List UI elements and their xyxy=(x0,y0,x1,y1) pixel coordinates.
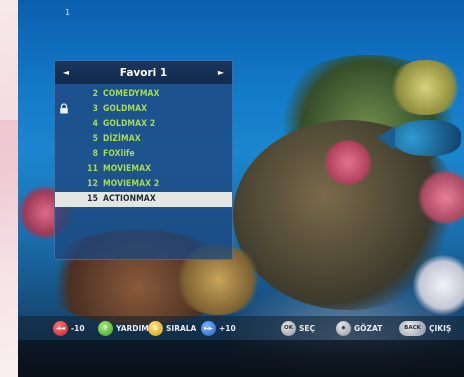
channel-name: FOXlife xyxy=(103,148,135,159)
channel-name: GOLDMAX xyxy=(103,103,148,114)
yellow-key-label: SIRALA xyxy=(166,323,197,333)
reef-decoration xyxy=(323,140,373,185)
channel-name: MOVIEMAX 2 xyxy=(103,179,160,190)
channel-number: 12 xyxy=(87,179,98,190)
green-key-label: YARDIM xyxy=(116,323,149,333)
channel-row[interactable]: 15 ACTIONMAX xyxy=(55,191,232,207)
bottom-help-bar xyxy=(18,316,464,340)
channel-name: ACTIONMAX xyxy=(103,194,156,205)
channel-name: MOVIEMAX xyxy=(103,164,152,175)
channel-number-indicator: 1 xyxy=(65,8,71,17)
blue-key-label: +10 xyxy=(219,323,236,333)
favorites-list-panel: ◄ Favori 1 ► 2 COMEDYMAX 3 GOLDMAX 4 GOLDMAX … xyxy=(54,60,233,260)
previous-list-arrow-icon[interactable]: ◄ xyxy=(55,61,77,84)
ok-key-hint[interactable]: OK SEÇ xyxy=(281,320,315,336)
bottom-dark-strip xyxy=(18,340,464,377)
sort-button-icon[interactable]: ⇅ xyxy=(148,320,163,336)
reef-decoration xyxy=(418,170,464,225)
reef-decoration xyxy=(388,60,463,115)
help-button-icon[interactable]: ? xyxy=(98,320,113,336)
blue-key-hint[interactable]: ►► +10 xyxy=(201,320,236,336)
favorites-header: ◄ Favori 1 ► xyxy=(55,61,232,84)
back-key-label: ÇIKIŞ xyxy=(429,323,452,333)
channel-row[interactable]: 12 MOVIEMAX 2 xyxy=(55,177,232,192)
channel-row[interactable]: 5 DİZİMAX xyxy=(55,131,232,146)
next-list-arrow-icon[interactable]: ► xyxy=(210,61,232,84)
blue-button-icon[interactable]: ►► xyxy=(201,320,216,336)
favorites-title: Favori 1 xyxy=(119,66,168,79)
navigate-key-label: GÖZAT xyxy=(354,323,383,333)
back-key-hint[interactable]: BACK ÇIKIŞ xyxy=(399,320,451,336)
ok-key-label: SEÇ xyxy=(299,323,316,333)
channel-row[interactable]: 3 GOLDMAX xyxy=(55,101,232,116)
yellow-key-hint[interactable]: ⇅ SIRALA xyxy=(148,320,196,336)
channel-name: COMEDYMAX xyxy=(103,88,160,99)
lock-icon xyxy=(60,103,68,114)
reef-decoration xyxy=(413,255,464,315)
channel-number: 15 xyxy=(87,194,98,205)
channel-number: 5 xyxy=(92,133,98,144)
channel-row[interactable]: 8 FOXlife xyxy=(55,146,232,161)
channel-row[interactable]: 11 MOVIEMAX xyxy=(55,161,232,176)
channel-number: 2 xyxy=(92,88,98,99)
channel-number: 11 xyxy=(87,164,98,175)
red-button-icon[interactable]: ◄◄ xyxy=(53,320,68,336)
page-background-stripe xyxy=(0,0,18,377)
channel-list: 2 COMEDYMAX 3 GOLDMAX 4 GOLDMAX 2 5 DİZİMAX 8 FOX… xyxy=(55,86,232,207)
back-button-icon[interactable]: BACK xyxy=(399,320,426,336)
navigation-pad-icon[interactable]: ◉ xyxy=(336,320,351,336)
navigate-key-hint[interactable]: ◉ GÖZAT xyxy=(336,320,382,336)
channel-number: 4 xyxy=(92,118,98,129)
red-key-hint[interactable]: ◄◄ -10 xyxy=(53,320,85,336)
channel-row[interactable]: 2 COMEDYMAX xyxy=(55,86,232,101)
ok-button-icon[interactable]: OK xyxy=(281,320,296,336)
green-key-hint[interactable]: ? YARDIM xyxy=(98,320,149,336)
red-key-label: -10 xyxy=(71,323,85,333)
channel-name: DİZİMAX xyxy=(103,133,141,144)
channel-number: 8 xyxy=(92,148,98,159)
channel-name: GOLDMAX 2 xyxy=(103,118,156,129)
fish-decoration xyxy=(377,120,461,156)
channel-row[interactable]: 4 GOLDMAX 2 xyxy=(55,116,232,131)
